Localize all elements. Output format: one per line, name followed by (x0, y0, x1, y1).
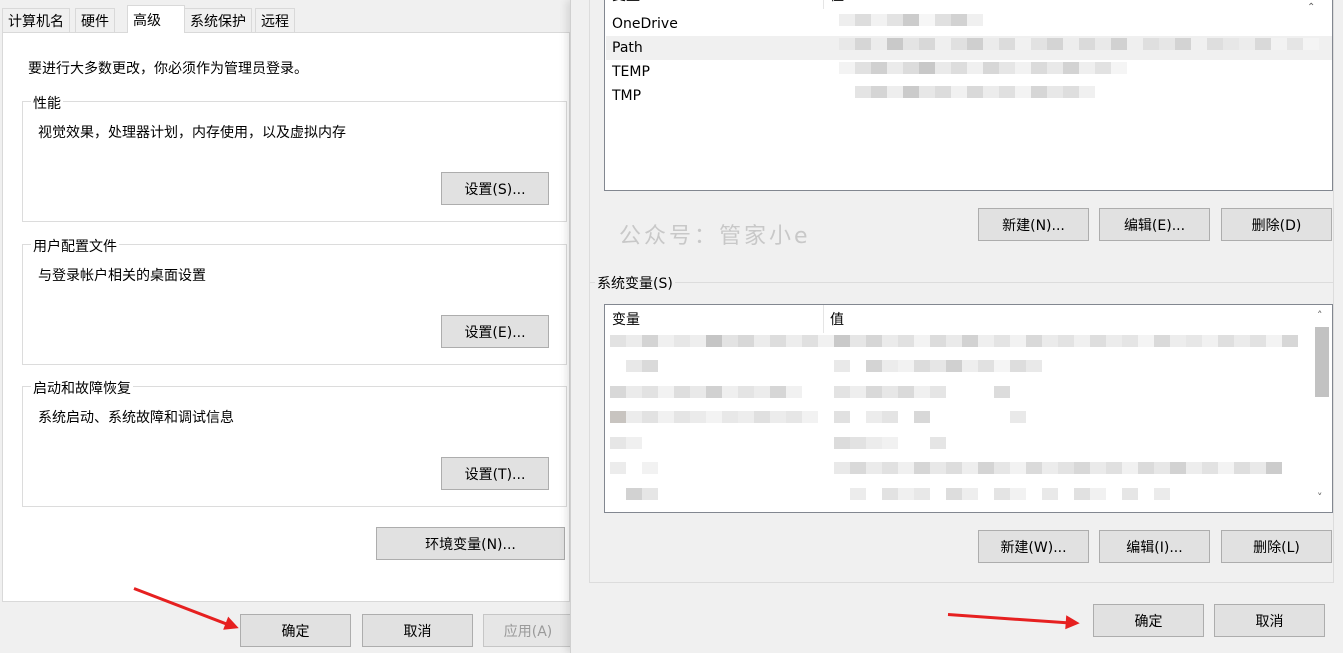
user-var-name: TMP (612, 88, 642, 104)
system-variables-label: 系统变量(S) (595, 273, 675, 293)
system-properties-dialog: 计算机名 硬件 高级 系统保护 远程 要进行大多数更改，你必须作为管理员登录。 … (0, 0, 572, 653)
user-delete-button[interactable]: 删除(D) (1221, 208, 1332, 241)
user-profile-title: 用户配置文件 (31, 236, 119, 256)
env-ok-button[interactable]: 确定 (1093, 604, 1204, 637)
user-variables-list[interactable]: 变量 值 OneDrive Path TEMP TMP (604, 0, 1333, 191)
user-profile-group: 用户配置文件 与登录帐户相关的桌面设置 设置(E)... (22, 236, 567, 365)
user-edit-button[interactable]: 编辑(E)... (1099, 208, 1210, 241)
user-col-variable[interactable]: 变量 (605, 0, 823, 5)
environment-variables-button[interactable]: 环境变量(N)... (376, 527, 565, 560)
system-delete-button[interactable]: 删除(L) (1221, 530, 1332, 563)
startup-recovery-desc: 系统启动、系统故障和调试信息 (38, 410, 234, 426)
env-cancel-button[interactable]: 取消 (1214, 604, 1325, 637)
user-profile-desc: 与登录帐户相关的桌面设置 (38, 268, 206, 284)
chevron-down-icon[interactable]: ˅ (1317, 491, 1323, 504)
performance-settings-button[interactable]: 设置(S)... (441, 172, 549, 205)
user-profile-settings-button[interactable]: 设置(E)... (441, 315, 549, 348)
tab-computer-name[interactable]: 计算机名 (2, 8, 70, 32)
user-values-redacted (839, 14, 1319, 110)
tab-hardware[interactable]: 硬件 (75, 8, 115, 32)
user-var-name: TEMP (612, 64, 650, 80)
performance-group: 性能 视觉效果，处理器计划，内存使用，以及虚拟内存 设置(S)... (22, 93, 567, 222)
startup-recovery-settings-button[interactable]: 设置(T)... (441, 457, 549, 490)
user-var-name: OneDrive (612, 16, 678, 32)
startup-recovery-title: 启动和故障恢复 (31, 378, 133, 398)
system-new-button[interactable]: 新建(W)... (978, 530, 1089, 563)
environment-variables-dialog: 变量 值 OneDrive Path TEMP TMP ⌃ 新建(N)... 编… (570, 0, 1343, 653)
tab-advanced[interactable]: 高级 (127, 5, 185, 33)
user-new-button[interactable]: 新建(N)... (978, 208, 1089, 241)
system-variables-list[interactable]: 变量 值 ˄ ˅ (604, 304, 1333, 513)
apply-button[interactable]: 应用(A) (483, 614, 572, 647)
watermark: 公众号：管家小e (619, 224, 811, 249)
performance-title: 性能 (31, 93, 63, 113)
user-col-value[interactable]: 值 (823, 0, 844, 5)
system-edit-button[interactable]: 编辑(I)... (1099, 530, 1210, 563)
tab-remote[interactable]: 远程 (255, 8, 295, 32)
system-list-scrollbar[interactable]: ˄ ˅ (1312, 305, 1332, 512)
system-col-variable[interactable]: 变量 (605, 305, 640, 333)
admin-notice: 要进行大多数更改，你必须作为管理员登录。 (28, 61, 308, 77)
system-vars-redacted (610, 335, 1310, 512)
advanced-tab-panel: 要进行大多数更改，你必须作为管理员登录。 性能 视觉效果，处理器计划，内存使用，… (2, 32, 570, 602)
cancel-button[interactable]: 取消 (362, 614, 473, 647)
ok-button[interactable]: 确定 (240, 614, 351, 647)
tab-system-protection[interactable]: 系统保护 (184, 8, 252, 32)
startup-recovery-group: 启动和故障恢复 系统启动、系统故障和调试信息 设置(T)... (22, 378, 567, 507)
system-col-value[interactable]: 值 (823, 305, 844, 333)
chevron-up-icon[interactable]: ˄ (1317, 309, 1323, 322)
chevron-up-icon[interactable]: ⌃ (1307, 2, 1315, 13)
user-var-name: Path (612, 40, 643, 56)
scrollbar-thumb[interactable] (1315, 327, 1329, 397)
performance-desc: 视觉效果，处理器计划，内存使用，以及虚拟内存 (38, 125, 346, 141)
